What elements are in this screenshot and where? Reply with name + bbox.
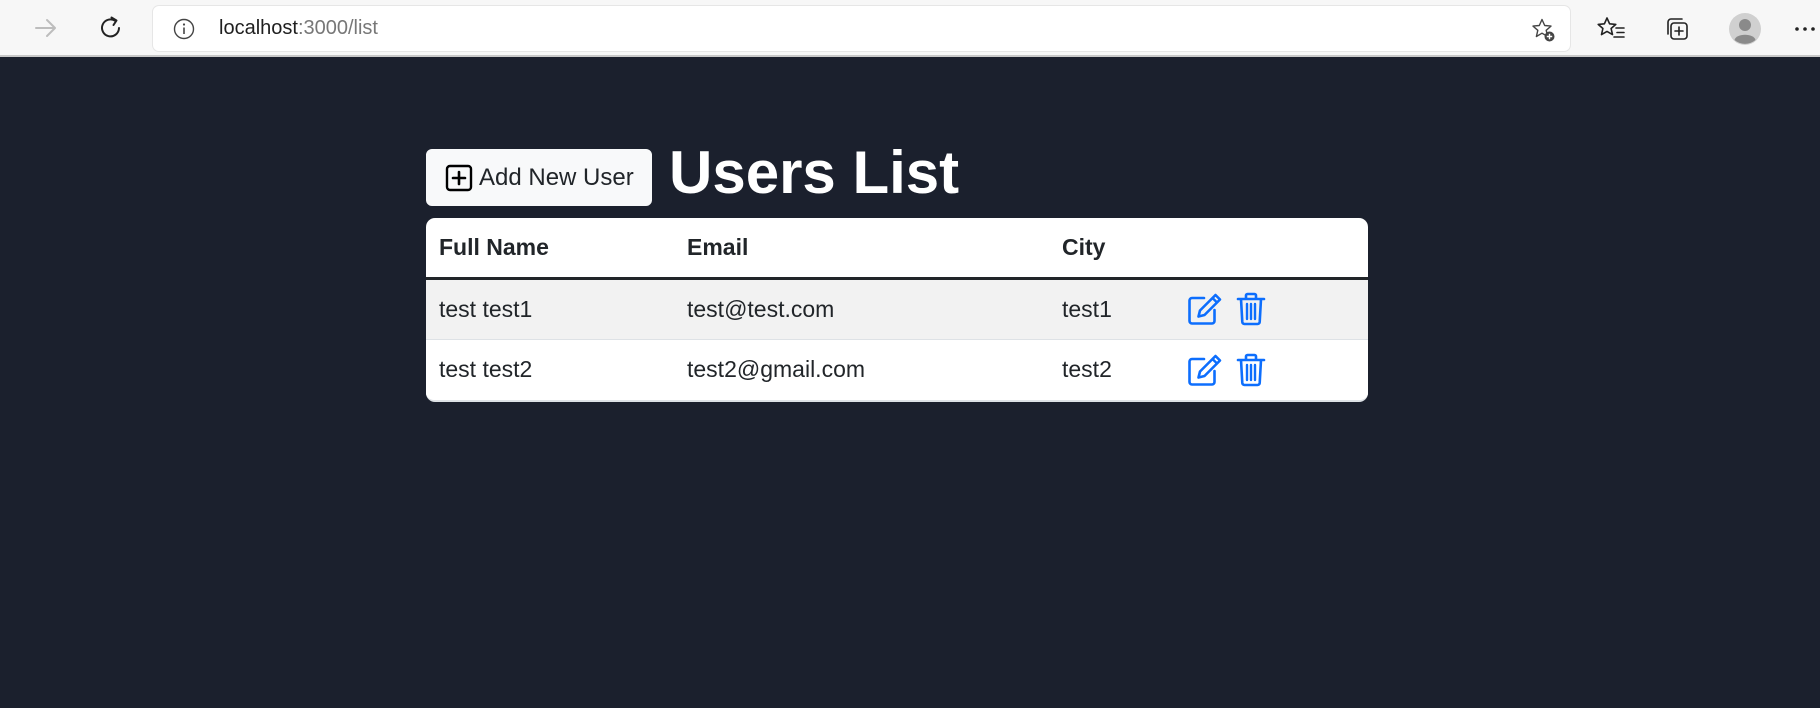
edit-icon [1188,293,1222,325]
trash-icon [1237,292,1266,326]
page-title: Users List [669,139,960,206]
cell-email: test@test.com [674,278,1049,340]
column-header-email: Email [674,218,1049,280]
refresh-icon [101,16,120,38]
edit-button[interactable] [1185,289,1225,329]
plus-square-icon [445,164,473,191]
profile-button[interactable] [1726,10,1764,48]
table-row: test test2 test2@gmail.com test2 [426,339,1368,400]
more-dots-icon [1795,27,1815,31]
users-table: Full Name Email City test test1 test@tes… [426,218,1368,402]
cell-actions [1185,278,1368,340]
cell-full-name: test test2 [426,339,674,400]
trash-icon [1237,353,1266,387]
favorites-button[interactable] [1592,10,1630,48]
collections-icon [1667,18,1688,40]
cell-email: test2@gmail.com [674,339,1049,400]
info-icon[interactable] [173,18,195,44]
edit-button[interactable] [1185,350,1225,390]
url-text: localhost:3000/list [219,6,378,51]
browser-toolbar: localhost:3000/list [0,0,1820,57]
add-favorite-button[interactable] [1530,17,1556,47]
column-header-full-name: Full Name [426,218,674,280]
cell-city: test2 [1049,339,1185,400]
column-header-city: City [1049,218,1185,280]
add-new-user-label: Add New User [479,163,634,191]
column-header-actions [1185,218,1368,280]
url-path: :3000/list [297,17,378,39]
delete-button[interactable] [1231,350,1271,390]
cell-city: test1 [1049,278,1185,340]
address-bar[interactable]: localhost:3000/list [153,6,1570,51]
refresh-button[interactable] [91,8,131,48]
star-plus-icon [1532,18,1555,42]
forward-button[interactable] [26,8,66,48]
table-header-row: Full Name Email City [426,218,1368,280]
cell-actions [1185,339,1368,400]
favorites-list-icon [1597,17,1625,38]
arrow-right-icon [35,19,56,37]
table-row: test test1 test@test.com test1 [426,278,1368,340]
edit-icon [1188,354,1222,386]
more-button[interactable] [1790,10,1820,48]
delete-button[interactable] [1231,289,1271,329]
url-host: localhost [219,17,298,39]
collections-button[interactable] [1658,10,1696,48]
add-new-user-button[interactable]: Add New User [426,149,652,206]
avatar [1729,13,1761,45]
cell-full-name: test test1 [426,278,674,340]
